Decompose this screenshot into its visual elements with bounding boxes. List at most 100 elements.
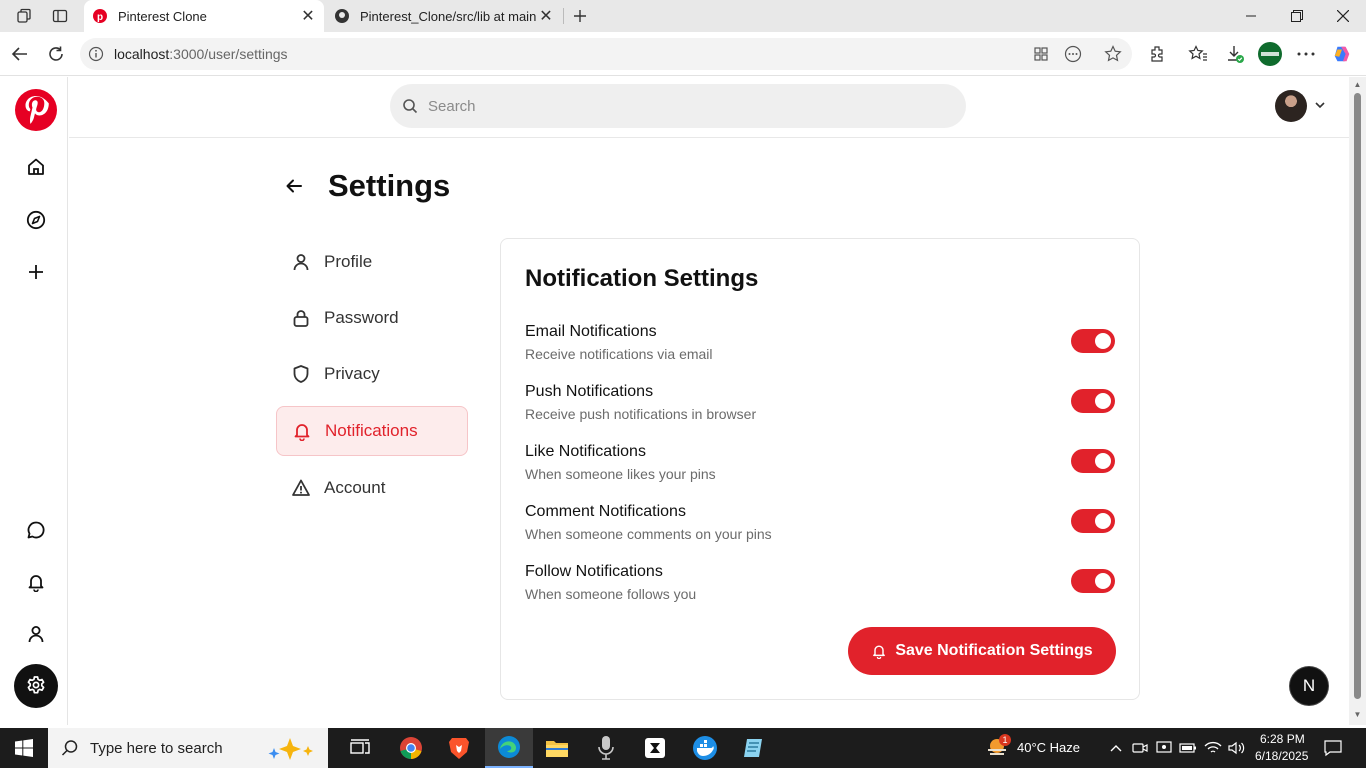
display-capture-icon[interactable] — [1155, 739, 1173, 757]
toggle-knob — [1095, 513, 1111, 529]
search-input[interactable] — [428, 84, 948, 128]
create-plus-icon[interactable] — [22, 258, 50, 286]
back-arrow-icon[interactable] — [8, 42, 32, 66]
more-dots-circle-icon[interactable] — [1064, 45, 1082, 63]
minimize-icon[interactable] — [1228, 0, 1274, 32]
restore-icon[interactable] — [1274, 0, 1320, 32]
favorites-icon[interactable] — [1188, 44, 1208, 64]
profile-extension-icon[interactable] — [1258, 42, 1282, 66]
avatar[interactable] — [1275, 90, 1307, 122]
tab-label: Pinterest Clone — [118, 8, 207, 24]
clock-date[interactable]: 6/18/2025 — [1255, 749, 1308, 763]
battery-icon[interactable] — [1179, 739, 1197, 757]
windows-start-icon[interactable] — [0, 728, 48, 768]
meet-now-icon[interactable] — [1131, 739, 1149, 757]
tab-github[interactable]: Pinterest_Clone/src/lib at main · M ✕ — [326, 0, 562, 32]
workspaces-icon[interactable] — [14, 6, 34, 26]
weather-haze-icon[interactable]: 1 — [985, 734, 1011, 760]
explore-compass-icon[interactable] — [22, 206, 50, 234]
url-bar[interactable]: localhost:3000/user/settings — [80, 38, 1132, 70]
settings-nav-account[interactable]: Account — [276, 463, 468, 513]
brave-app-icon[interactable] — [435, 728, 483, 768]
extensions-icon[interactable] — [1147, 44, 1167, 64]
messages-icon[interactable] — [22, 516, 50, 544]
settings-gear-icon[interactable] — [14, 664, 58, 708]
favorite-star-icon[interactable] — [1104, 45, 1122, 63]
like-notifications-toggle[interactable] — [1071, 449, 1115, 473]
follow-notifications-toggle[interactable] — [1071, 569, 1115, 593]
settings-nav-password[interactable]: Password — [276, 293, 468, 343]
dark-app-icon[interactable] — [631, 728, 679, 768]
notification-description: When someone likes your pins — [525, 466, 716, 482]
clock-time[interactable]: 6:28 PM — [1260, 732, 1305, 746]
tab-pinterest-clone[interactable]: p Pinterest Clone ✕ — [84, 0, 324, 32]
settings-nav-notifications[interactable]: Notifications — [276, 406, 468, 456]
browser-tab-bar: p Pinterest Clone ✕ Pinterest_Clone/src/… — [0, 0, 1366, 32]
microphone-app-icon[interactable] — [582, 728, 630, 768]
chevron-down-icon[interactable] — [1313, 98, 1327, 112]
refresh-icon[interactable] — [44, 42, 68, 66]
pinterest-logo-icon[interactable] — [15, 89, 57, 131]
taskbar-search-box[interactable]: Type here to search — [48, 728, 328, 768]
apps-icon[interactable] — [1032, 45, 1050, 63]
scroll-down-arrow-icon[interactable]: ▼ — [1353, 711, 1362, 719]
site-info-icon[interactable] — [88, 46, 104, 62]
search-bar[interactable] — [390, 84, 966, 128]
page-scrollbar[interactable]: ▲ ▼ — [1349, 77, 1366, 725]
new-tab-icon[interactable] — [570, 6, 590, 26]
copilot-icon[interactable] — [1332, 44, 1352, 64]
notification-row-email: Email Notifications Receive notification… — [525, 323, 1117, 373]
close-window-icon[interactable] — [1320, 0, 1366, 32]
comment-notifications-toggle[interactable] — [1071, 509, 1115, 533]
more-menu-icon[interactable] — [1296, 44, 1316, 64]
notifications-bell-icon[interactable] — [22, 568, 50, 596]
edge-app-icon[interactable] — [485, 728, 533, 768]
email-notifications-toggle[interactable] — [1071, 329, 1115, 353]
settings-nav-privacy[interactable]: Privacy — [276, 349, 468, 399]
pinterest-favicon-icon: p — [92, 8, 108, 24]
chrome-app-icon[interactable] — [387, 728, 435, 768]
lock-icon — [290, 307, 312, 329]
bell-icon — [291, 420, 313, 442]
app-header — [69, 77, 1349, 138]
notification-title: Follow Notifications — [525, 563, 663, 580]
user-icon — [290, 251, 312, 273]
push-notifications-toggle[interactable] — [1071, 389, 1115, 413]
settings-nav-profile[interactable]: Profile — [276, 237, 468, 287]
app-sidebar — [0, 77, 68, 725]
notification-description: Receive notifications via email — [525, 346, 713, 362]
github-favicon-icon — [334, 8, 350, 24]
notification-description: When someone follows you — [525, 586, 697, 602]
wifi-icon[interactable] — [1204, 739, 1222, 757]
save-notification-settings-button[interactable]: Save Notification Settings — [848, 627, 1116, 675]
bell-icon — [871, 643, 887, 659]
tab-close-icon[interactable]: ✕ — [538, 8, 554, 25]
toggle-knob — [1095, 333, 1111, 349]
downloads-icon[interactable] — [1225, 44, 1245, 64]
notification-title: Comment Notifications — [525, 503, 686, 520]
docker-app-icon[interactable] — [681, 728, 729, 768]
task-view-icon[interactable] — [336, 728, 384, 768]
back-button[interactable] — [282, 176, 306, 200]
volume-icon[interactable] — [1228, 739, 1246, 757]
notes-app-icon[interactable] — [729, 728, 777, 768]
settings-nav-label: Privacy — [324, 364, 380, 383]
show-hidden-icons-chevron-icon[interactable] — [1107, 739, 1125, 757]
weather-text[interactable]: 40°C Haze — [1017, 740, 1080, 755]
settings-nav-label: Password — [324, 308, 399, 327]
toggle-knob — [1095, 573, 1111, 589]
profile-user-icon[interactable] — [22, 620, 50, 648]
toggle-knob — [1095, 393, 1111, 409]
scroll-up-arrow-icon[interactable]: ▲ — [1353, 81, 1362, 89]
nextjs-dev-indicator[interactable]: N — [1290, 667, 1328, 705]
file-explorer-icon[interactable] — [533, 728, 581, 768]
vertical-tabs-icon[interactable] — [50, 6, 70, 26]
save-button-label: Save Notification Settings — [895, 642, 1093, 659]
notification-center-icon[interactable] — [1324, 739, 1342, 757]
taskbar-search-placeholder: Type here to search — [90, 739, 223, 757]
shield-icon — [290, 363, 312, 385]
home-icon[interactable] — [22, 153, 50, 181]
tab-close-icon[interactable]: ✕ — [300, 8, 316, 25]
scrollbar-thumb[interactable] — [1354, 93, 1361, 699]
settings-nav-label: Account — [324, 478, 386, 497]
